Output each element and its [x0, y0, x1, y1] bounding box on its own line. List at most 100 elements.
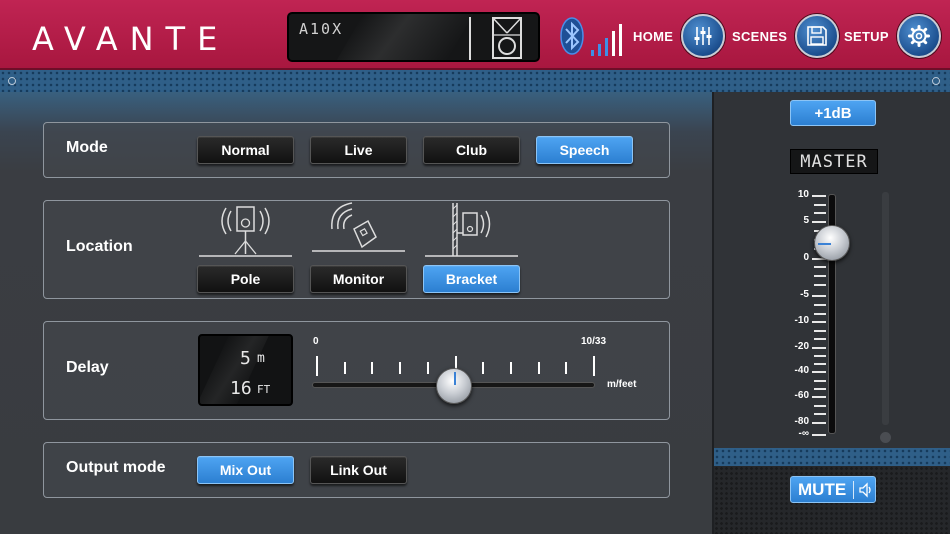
delay-slider-max: 10/33 — [581, 336, 607, 347]
delay-slider-tick — [399, 362, 402, 374]
delay-feet-value: 16 — [230, 378, 252, 399]
mix-out-button[interactable]: Mix Out — [197, 456, 294, 484]
delay-readout: 5 m 16 FT — [198, 334, 293, 406]
mode-normal-button[interactable]: Normal — [197, 136, 294, 164]
fader-scale-minor-tick — [814, 284, 826, 286]
fader-scale-tick — [812, 396, 826, 398]
delay-slider-tick — [509, 362, 512, 374]
bluetooth-icon[interactable] — [559, 16, 585, 56]
fader-scale-tick — [812, 434, 826, 436]
delay-slider-tick — [565, 362, 568, 374]
settings-panel: Mode Normal Live Club Speech Location Po… — [0, 92, 712, 534]
gear-icon[interactable] — [896, 14, 941, 58]
fader-scale-label: -10 — [794, 315, 809, 326]
fader-scale-tick — [812, 371, 826, 373]
fader-scale-label: 0 — [803, 252, 809, 263]
fader-scale-label: -60 — [794, 390, 809, 401]
fader-scale-minor-tick — [814, 313, 826, 315]
fader-scale-tick — [812, 195, 826, 197]
fader-scale-minor-tick — [814, 304, 826, 306]
decorative-grill-strip-right — [714, 448, 950, 466]
location-monitor-button[interactable]: Monitor — [310, 265, 407, 293]
fader-scale-minor-tick — [814, 338, 826, 340]
output-mode-section: Output mode Mix Out Link Out — [43, 442, 670, 498]
fader-scale-minor-tick — [814, 266, 826, 268]
fader-scale-minor-tick — [814, 405, 826, 407]
delay-slider-tick — [537, 362, 540, 374]
mute-button[interactable]: MUTE — [790, 476, 876, 503]
speaker-icon — [492, 17, 522, 59]
fader-scale-tick — [812, 221, 826, 223]
fader-scale-label: -40 — [794, 365, 809, 376]
fader-scale-minor-tick — [814, 330, 826, 332]
delay-meters-value: 5 — [240, 348, 251, 369]
fader-scale-tick — [812, 321, 826, 323]
nav-setup[interactable]: SETUP — [844, 14, 941, 58]
nav-setup-label: SETUP — [844, 28, 889, 44]
brand-logo: AVANTE — [32, 20, 230, 58]
mode-speech-button[interactable]: Speech — [536, 136, 633, 164]
fader-scale-tick — [812, 347, 826, 349]
fader-scale-label: -20 — [794, 341, 809, 352]
fader-scale-minor-tick — [814, 413, 826, 415]
location-section: Location Pole Monitor Bracket — [43, 200, 670, 299]
level-meter — [882, 192, 889, 425]
delay-slider-min: 0 — [313, 336, 319, 347]
speaker-volume-icon — [859, 481, 871, 498]
floor-monitor-icon — [312, 202, 405, 252]
device-name: A10X — [299, 20, 344, 38]
nav-home-label: HOME — [633, 28, 674, 44]
nav-scenes[interactable]: SCENES — [732, 14, 840, 58]
mute-label: MUTE — [798, 479, 847, 499]
fader-scale-minor-tick — [814, 212, 826, 214]
mode-title: Mode — [66, 139, 108, 156]
output-mode-title: Output mode — [66, 459, 166, 476]
fader-scale-minor-tick — [814, 355, 826, 357]
mode-section: Mode Normal Live Club Speech — [43, 122, 670, 178]
location-pole-button[interactable]: Pole — [197, 265, 294, 293]
delay-slider-knob[interactable] — [435, 368, 472, 404]
device-display: A10X — [287, 12, 540, 62]
link-out-button[interactable]: Link Out — [310, 456, 407, 484]
delay-slider-tick — [343, 362, 346, 374]
save-icon[interactable] — [795, 14, 840, 58]
fader-scale-minor-tick — [814, 204, 826, 206]
fader-scale-minor-tick — [814, 275, 826, 277]
decorative-grill-strip — [0, 70, 950, 92]
mode-club-button[interactable]: Club — [423, 136, 520, 164]
clip-indicator — [880, 432, 891, 443]
wall-bracket-icon — [425, 203, 518, 257]
delay-slider-tick — [482, 362, 485, 374]
mode-live-button[interactable]: Live — [310, 136, 407, 164]
delay-title: Delay — [66, 359, 109, 376]
master-panel: +1dB MASTER 10 5 0 -5 -10 -20 -40 -60 -80 -∞ — [712, 92, 950, 448]
nav-home[interactable]: HOME — [633, 14, 726, 58]
delay-section: Delay 5 m 16 FT 0 10/33 m/feet — [43, 321, 670, 420]
top-bar: AVANTE A10X HOME SCENES SETUP — [0, 0, 950, 70]
delay-slider-unit: m/feet — [607, 379, 637, 390]
sliders-icon[interactable] — [681, 14, 726, 58]
master-fader-knob[interactable] — [814, 225, 850, 261]
delay-slider-tick — [316, 356, 318, 376]
app-window: AVANTE A10X HOME SCENES SETUP Mode Norma… — [0, 0, 950, 534]
fader-scale-label: -∞ — [798, 428, 809, 439]
delay-slider-tick — [426, 362, 429, 374]
fader-scale-label: 5 — [803, 215, 809, 226]
fader-scale-label: -80 — [794, 416, 809, 427]
plus-1db-button[interactable]: +1dB — [790, 100, 876, 126]
delay-slider-tick — [371, 362, 374, 374]
nav-scenes-label: SCENES — [732, 28, 788, 44]
fader-scale-minor-tick — [814, 363, 826, 365]
delay-slider-tick — [593, 356, 595, 376]
fader-scale-label: 10 — [797, 189, 809, 200]
mute-area: MUTE — [712, 448, 950, 534]
master-label: MASTER — [790, 149, 878, 174]
location-bracket-button[interactable]: Bracket — [423, 265, 520, 293]
fader-scale-label: -5 — [800, 289, 809, 300]
fader-scale-tick — [812, 295, 826, 297]
location-title: Location — [66, 238, 133, 255]
delay-meters-unit: m — [257, 351, 265, 366]
fader-scale-minor-tick — [814, 388, 826, 390]
pole-mount-icon — [199, 206, 292, 257]
signal-strength-icon — [591, 24, 622, 56]
